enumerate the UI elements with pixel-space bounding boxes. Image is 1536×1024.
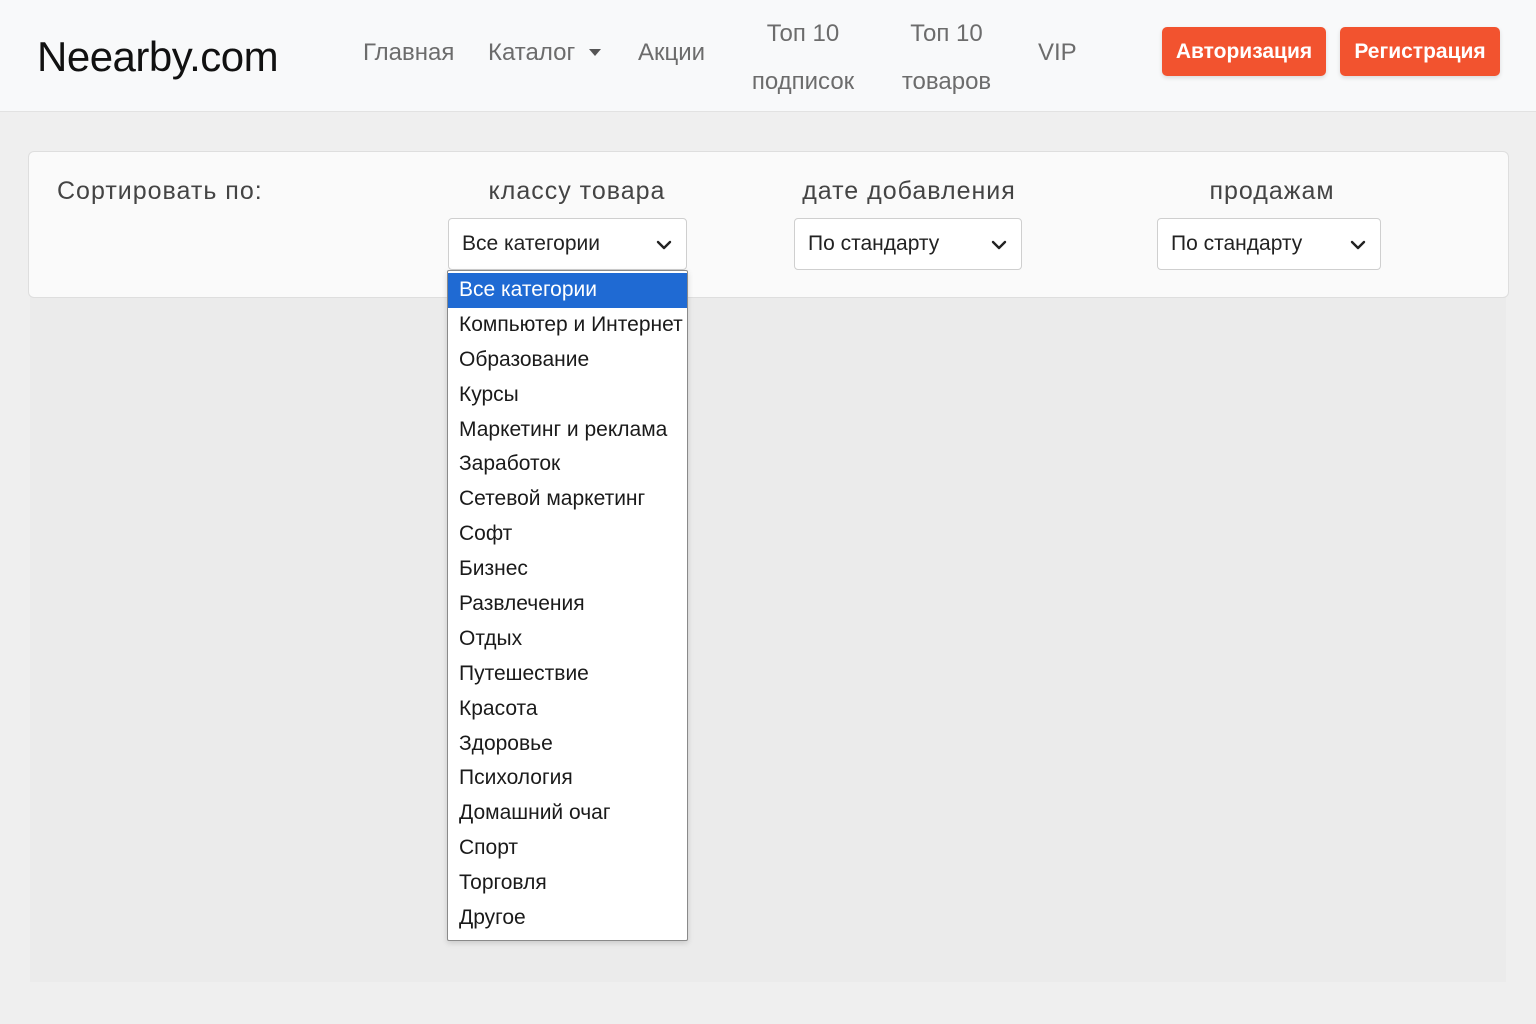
- nav-sales[interactable]: Акции: [638, 29, 705, 76]
- dropdown-option[interactable]: Компьютер и Интернет: [448, 308, 687, 343]
- dropdown-option[interactable]: Торговля: [448, 866, 687, 901]
- date-sort-label: дате добавления: [802, 177, 1016, 205]
- login-button[interactable]: Авторизация: [1162, 27, 1326, 76]
- dropdown-option[interactable]: Софт: [448, 517, 687, 552]
- dropdown-option[interactable]: Развлечения: [448, 587, 687, 622]
- class-dropdown-list: Все категории Компьютер и Интернет Образов…: [447, 270, 688, 941]
- caret-down-icon: [589, 49, 602, 56]
- chevron-down-icon: [991, 240, 1007, 250]
- dropdown-option[interactable]: Путешествие: [448, 657, 687, 692]
- register-button[interactable]: Регистрация: [1340, 27, 1500, 76]
- dropdown-option[interactable]: Курсы: [448, 378, 687, 413]
- navbar: Neearby.com Главная Каталог Акции Топ 10…: [0, 0, 1536, 112]
- date-select[interactable]: По стандарту: [794, 218, 1022, 270]
- nav-top-goods[interactable]: Топ 10 товаров: [893, 10, 1000, 106]
- dropdown-option[interactable]: Образование: [448, 343, 687, 378]
- nav-home[interactable]: Главная: [363, 29, 454, 76]
- class-select-value: Все категории: [462, 232, 600, 255]
- dropdown-option[interactable]: Сетевой маркетинг: [448, 482, 687, 517]
- dropdown-option[interactable]: Здоровье: [448, 727, 687, 762]
- nav-top-subscriptions-line1: Топ 10: [766, 20, 840, 47]
- class-sort-label: классу товара: [488, 177, 666, 205]
- sales-select-value: По стандарту: [1171, 232, 1303, 255]
- dropdown-option[interactable]: Все категории: [448, 273, 687, 308]
- dropdown-option[interactable]: Красота: [448, 692, 687, 727]
- nav-catalog[interactable]: Каталог: [488, 29, 602, 76]
- dropdown-option[interactable]: Маркетинг и реклама: [448, 413, 687, 448]
- nav-top-subscriptions[interactable]: Топ 10 подписок: [742, 10, 864, 106]
- brand-logo[interactable]: Neearby.com: [37, 33, 279, 81]
- nav-catalog-label: Каталог: [488, 39, 576, 66]
- chevron-down-icon: [1350, 240, 1366, 250]
- nav-top-goods-line2: товаров: [901, 68, 992, 95]
- sort-by-label: Сортировать по:: [57, 177, 263, 205]
- nav-top-subscriptions-line2: подписок: [751, 68, 855, 95]
- sales-sort-label: продажам: [1209, 177, 1335, 205]
- dropdown-option[interactable]: Заработок: [448, 447, 687, 482]
- dropdown-option[interactable]: Отдых: [448, 622, 687, 657]
- nav-top-goods-line1: Топ 10: [910, 20, 983, 47]
- sales-select[interactable]: По стандарту: [1157, 218, 1381, 270]
- dropdown-option[interactable]: Психология: [448, 761, 687, 796]
- nav-vip[interactable]: VIP: [1038, 29, 1077, 76]
- dropdown-option[interactable]: Домашний очаг: [448, 796, 687, 831]
- dropdown-option[interactable]: Бизнес: [448, 552, 687, 587]
- class-select[interactable]: Все категории: [448, 218, 687, 270]
- chevron-down-icon: [656, 240, 672, 250]
- dropdown-option[interactable]: Спорт: [448, 831, 687, 866]
- content-area: [30, 296, 1506, 982]
- dropdown-option[interactable]: Другое: [448, 901, 687, 936]
- sort-panel: Сортировать по: классу товара дате добав…: [28, 151, 1509, 298]
- date-select-value: По стандарту: [808, 232, 940, 255]
